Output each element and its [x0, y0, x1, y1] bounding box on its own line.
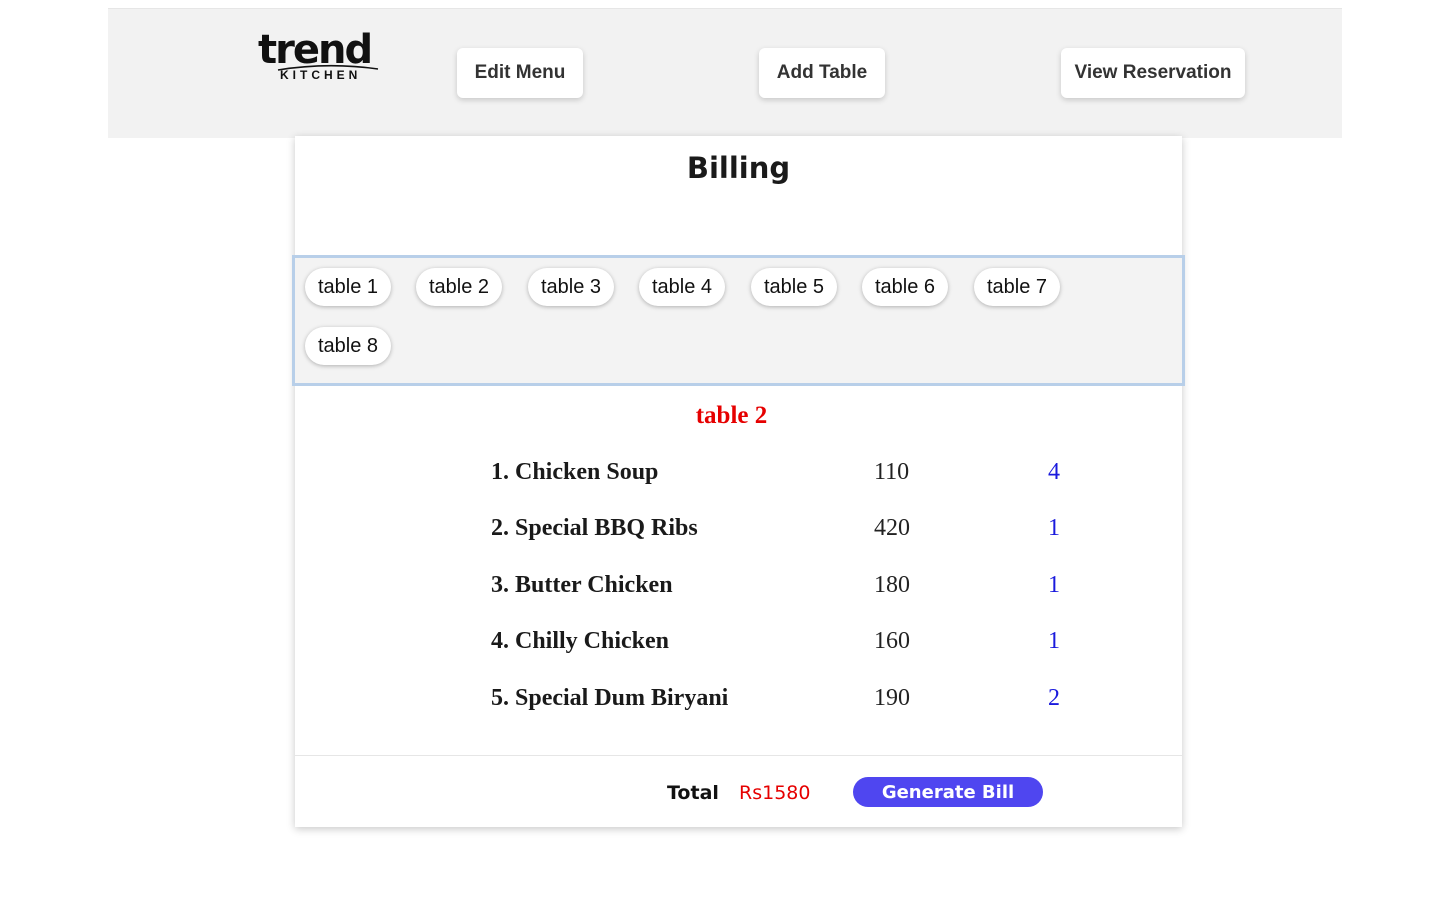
item-quantity: 1 — [1048, 515, 1060, 541]
item-quantity: 4 — [1048, 459, 1060, 485]
item-name: 3. Butter Chicken — [491, 572, 673, 598]
item-price: 160 — [874, 628, 910, 654]
item-name: 5. Special Dum Biryani — [491, 685, 729, 711]
item-name: 2. Special BBQ Ribs — [491, 515, 698, 541]
table-button[interactable]: table 5 — [751, 268, 837, 306]
brand-subtitle: KITCHEN — [280, 68, 362, 82]
page-title: Billing — [686, 151, 791, 185]
order-row: 1. Chicken Soup 110 4 — [295, 454, 1182, 490]
billing-card: Billing table 1 table 2 table 3 table 4 … — [292, 136, 1185, 827]
item-quantity: 1 — [1048, 628, 1060, 654]
item-price: 190 — [874, 685, 910, 711]
total-label: Total — [667, 782, 719, 804]
item-price: 110 — [874, 459, 910, 485]
footer-divider — [295, 755, 1182, 756]
order-row: 2. Special BBQ Ribs 420 1 — [295, 510, 1182, 546]
table-button[interactable]: table 4 — [639, 268, 725, 306]
table-button[interactable]: table 6 — [862, 268, 948, 306]
total-amount: Rs1580 — [739, 782, 811, 804]
item-price: 420 — [874, 515, 910, 541]
view-reservation-button[interactable]: View Reservation — [1061, 48, 1245, 98]
edit-menu-button[interactable]: Edit Menu — [457, 48, 583, 98]
table-button[interactable]: table 3 — [528, 268, 614, 306]
order-row: 4. Chilly Chicken 160 1 — [295, 623, 1182, 659]
table-button[interactable]: table 2 — [416, 268, 502, 306]
add-table-button[interactable]: Add Table — [759, 48, 885, 98]
table-selector: table 1 table 2 table 3 table 4 table 5 … — [292, 255, 1185, 386]
table-button[interactable]: table 1 — [305, 268, 391, 306]
item-price: 180 — [874, 572, 910, 598]
item-quantity: 2 — [1048, 685, 1060, 711]
selected-table-heading: table 2 — [695, 402, 768, 429]
item-name: 1. Chicken Soup — [491, 459, 659, 485]
table-button[interactable]: table 8 — [305, 327, 391, 365]
item-quantity: 1 — [1048, 572, 1060, 598]
brand-logo[interactable]: trend KITCHEN — [258, 28, 384, 84]
item-name: 4. Chilly Chicken — [491, 628, 670, 654]
table-button[interactable]: table 7 — [974, 268, 1060, 306]
generate-bill-button[interactable]: Generate Bill — [853, 777, 1043, 807]
order-row: 3. Butter Chicken 180 1 — [295, 567, 1182, 603]
order-row: 5. Special Dum Biryani 190 2 — [295, 680, 1182, 716]
